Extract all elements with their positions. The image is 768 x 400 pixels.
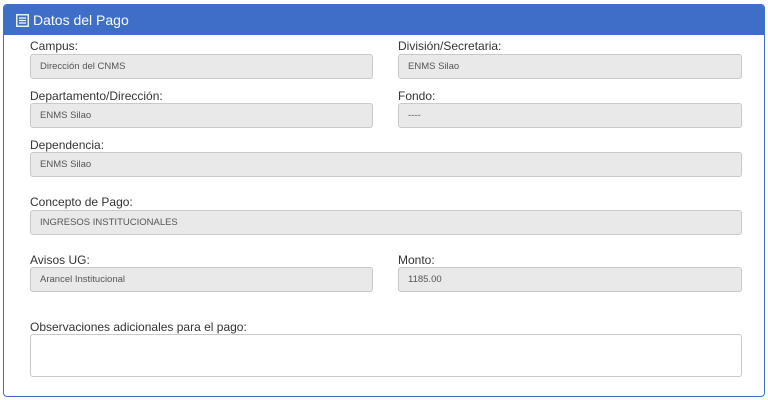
dependencia-field[interactable]: ENMS Silao xyxy=(30,152,742,177)
monto-value: 1185.00 xyxy=(408,274,442,285)
monto-label: Monto: xyxy=(398,253,435,267)
avisos-value: Arancel Institucional xyxy=(40,274,126,285)
division-label: División/Secretaria: xyxy=(398,39,502,53)
avisos-label: Avisos UG: xyxy=(30,253,90,267)
panel-title: Datos del Pago xyxy=(33,12,129,28)
campus-field[interactable]: Dirección del CNMS xyxy=(30,54,373,79)
list-icon xyxy=(16,13,29,27)
concepto-field[interactable]: INGRESOS INSTITUCIONALES xyxy=(30,210,742,235)
dependencia-value: ENMS Silao xyxy=(40,159,92,170)
concepto-label: Concepto de Pago: xyxy=(30,195,133,209)
fondo-field[interactable]: ---- xyxy=(398,103,742,128)
panel-header: Datos del Pago xyxy=(4,5,764,35)
fondo-value: ---- xyxy=(408,110,421,121)
avisos-field[interactable]: Arancel Institucional xyxy=(30,267,373,292)
payment-data-panel: Datos del Pago Campus: Dirección del CNM… xyxy=(3,4,765,397)
departamento-label: Departamento/Dirección: xyxy=(30,89,163,103)
division-value: ENMS Silao xyxy=(408,61,460,72)
campus-value: Dirección del CNMS xyxy=(40,61,126,72)
division-field[interactable]: ENMS Silao xyxy=(398,54,742,79)
concepto-value: INGRESOS INSTITUCIONALES xyxy=(40,217,178,228)
departamento-field[interactable]: ENMS Silao xyxy=(30,103,373,128)
campus-label: Campus: xyxy=(30,39,79,53)
observaciones-label: Observaciones adicionales para el pago: xyxy=(30,320,247,334)
monto-field[interactable]: 1185.00 xyxy=(398,267,742,292)
dependencia-label: Dependencia: xyxy=(30,138,105,152)
departamento-value: ENMS Silao xyxy=(40,110,92,121)
observaciones-textarea[interactable] xyxy=(30,334,742,377)
fondo-label: Fondo: xyxy=(398,89,436,103)
